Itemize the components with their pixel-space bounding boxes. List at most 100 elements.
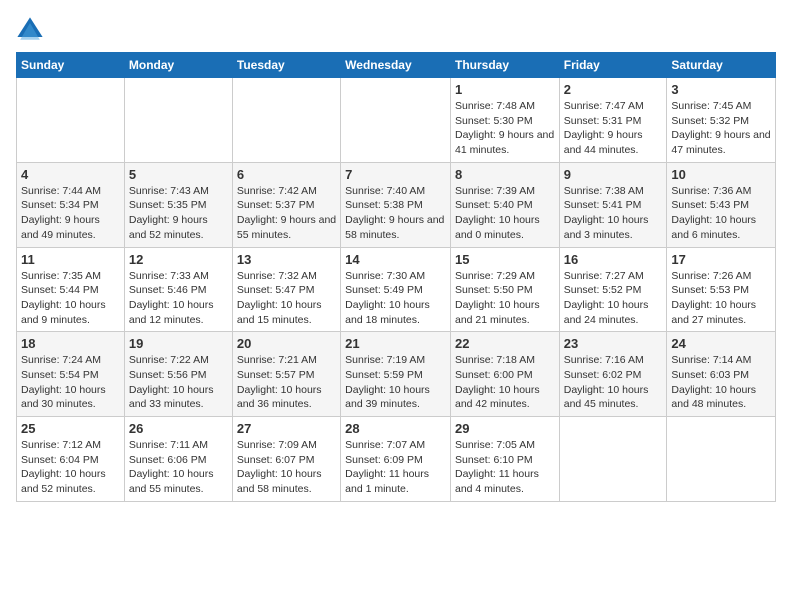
day-info: Sunrise: 7:05 AM Sunset: 6:10 PM Dayligh… [455,438,555,497]
day-number: 20 [237,336,336,351]
day-info: Sunrise: 7:29 AM Sunset: 5:50 PM Dayligh… [455,269,555,328]
day-info: Sunrise: 7:35 AM Sunset: 5:44 PM Dayligh… [21,269,120,328]
day-cell: 18 Sunrise: 7:24 AM Sunset: 5:54 PM Dayli… [17,332,125,417]
day-number: 7 [345,167,446,182]
day-cell: 9Sunrise: 7:38 AM Sunset: 5:41 PM Daylig… [559,162,667,247]
day-cell: 23 Sunrise: 7:16 AM Sunset: 6:02 PM Dayli… [559,332,667,417]
day-info: Sunrise: 7:24 AM Sunset: 5:54 PM Dayligh… [21,353,120,412]
page-header [16,16,776,44]
weekday-header-saturday: Saturday [667,53,776,78]
week-row-0: 1 Sunrise: 7:48 AM Sunset: 5:30 PM Daylig… [17,78,776,163]
day-info: Sunrise: 7:43 AM Sunset: 5:35 PM Dayligh… [129,184,228,243]
day-cell: 17 Sunrise: 7:26 AM Sunset: 5:53 PM Dayli… [667,247,776,332]
day-info: Sunrise: 7:18 AM Sunset: 6:00 PM Dayligh… [455,353,555,412]
weekday-header-wednesday: Wednesday [341,53,451,78]
day-info: Sunrise: 7:39 AM Sunset: 5:40 PM Dayligh… [455,184,555,243]
day-number: 22 [455,336,555,351]
day-cell: 14 Sunrise: 7:30 AM Sunset: 5:49 PM Dayli… [341,247,451,332]
day-info: Sunrise: 7:26 AM Sunset: 5:53 PM Dayligh… [671,269,771,328]
day-cell: 3 Sunrise: 7:45 AM Sunset: 5:32 PM Daylig… [667,78,776,163]
day-number: 2 [564,82,663,97]
day-number: 26 [129,421,228,436]
day-number: 21 [345,336,446,351]
day-cell: 5 Sunrise: 7:43 AM Sunset: 5:35 PM Daylig… [124,162,232,247]
day-info: Sunrise: 7:33 AM Sunset: 5:46 PM Dayligh… [129,269,228,328]
day-info: Sunrise: 7:16 AM Sunset: 6:02 PM Dayligh… [564,353,663,412]
day-number: 8 [455,167,555,182]
weekday-header-sunday: Sunday [17,53,125,78]
day-cell: 7 Sunrise: 7:40 AM Sunset: 5:38 PM Daylig… [341,162,451,247]
day-cell [341,78,451,163]
day-cell: 26 Sunrise: 7:11 AM Sunset: 6:06 PM Dayli… [124,417,232,502]
day-number: 1 [455,82,555,97]
day-info: Sunrise: 7:48 AM Sunset: 5:30 PM Dayligh… [455,99,555,158]
week-row-3: 18 Sunrise: 7:24 AM Sunset: 5:54 PM Dayli… [17,332,776,417]
logo [16,16,48,44]
day-cell [124,78,232,163]
weekday-header-thursday: Thursday [450,53,559,78]
day-number: 5 [129,167,228,182]
day-info: Sunrise: 7:07 AM Sunset: 6:09 PM Dayligh… [345,438,446,497]
day-number: 29 [455,421,555,436]
day-info: Sunrise: 7:19 AM Sunset: 5:59 PM Dayligh… [345,353,446,412]
day-info: Sunrise: 7:36 AM Sunset: 5:43 PM Dayligh… [671,184,771,243]
day-number: 17 [671,252,771,267]
day-info: Sunrise: 7:22 AM Sunset: 5:56 PM Dayligh… [129,353,228,412]
day-info: Sunrise: 7:32 AM Sunset: 5:47 PM Dayligh… [237,269,336,328]
day-info: Sunrise: 7:11 AM Sunset: 6:06 PM Dayligh… [129,438,228,497]
week-row-1: 4 Sunrise: 7:44 AM Sunset: 5:34 PM Daylig… [17,162,776,247]
day-cell: 22 Sunrise: 7:18 AM Sunset: 6:00 PM Dayli… [450,332,559,417]
day-number: 16 [564,252,663,267]
day-info: Sunrise: 7:47 AM Sunset: 5:31 PM Dayligh… [564,99,663,158]
day-cell: 16 Sunrise: 7:27 AM Sunset: 5:52 PM Dayli… [559,247,667,332]
day-number: 25 [21,421,120,436]
week-row-2: 11 Sunrise: 7:35 AM Sunset: 5:44 PM Dayli… [17,247,776,332]
day-number: 3 [671,82,771,97]
day-cell: 28 Sunrise: 7:07 AM Sunset: 6:09 PM Dayli… [341,417,451,502]
day-cell [17,78,125,163]
day-cell: 20 Sunrise: 7:21 AM Sunset: 5:57 PM Dayli… [232,332,340,417]
day-info: Sunrise: 7:40 AM Sunset: 5:38 PM Dayligh… [345,184,446,243]
day-cell: 27 Sunrise: 7:09 AM Sunset: 6:07 PM Dayli… [232,417,340,502]
day-number: 10 [671,167,771,182]
day-number: 18 [21,336,120,351]
day-cell: 8 Sunrise: 7:39 AM Sunset: 5:40 PM Daylig… [450,162,559,247]
day-cell: 13 Sunrise: 7:32 AM Sunset: 5:47 PM Dayli… [232,247,340,332]
day-info: Sunrise: 7:42 AM Sunset: 5:37 PM Dayligh… [237,184,336,243]
day-info: Sunrise: 7:27 AM Sunset: 5:52 PM Dayligh… [564,269,663,328]
day-number: 19 [129,336,228,351]
day-cell: 10 Sunrise: 7:36 AM Sunset: 5:43 PM Dayli… [667,162,776,247]
day-cell [559,417,667,502]
day-cell: 19 Sunrise: 7:22 AM Sunset: 5:56 PM Dayli… [124,332,232,417]
day-cell: 2 Sunrise: 7:47 AM Sunset: 5:31 PM Daylig… [559,78,667,163]
day-number: 24 [671,336,771,351]
day-number: 4 [21,167,120,182]
day-info: Sunrise: 7:09 AM Sunset: 6:07 PM Dayligh… [237,438,336,497]
day-cell: 25Sunrise: 7:12 AM Sunset: 6:04 PM Dayli… [17,417,125,502]
day-number: 27 [237,421,336,436]
day-number: 28 [345,421,446,436]
logo-icon [16,16,44,44]
day-info: Sunrise: 7:30 AM Sunset: 5:49 PM Dayligh… [345,269,446,328]
weekday-header-friday: Friday [559,53,667,78]
day-info: Sunrise: 7:44 AM Sunset: 5:34 PM Dayligh… [21,184,120,243]
day-cell: 11 Sunrise: 7:35 AM Sunset: 5:44 PM Dayli… [17,247,125,332]
day-cell: 15 Sunrise: 7:29 AM Sunset: 5:50 PM Dayli… [450,247,559,332]
day-number: 23 [564,336,663,351]
day-number: 15 [455,252,555,267]
day-cell: 12Sunrise: 7:33 AM Sunset: 5:46 PM Dayli… [124,247,232,332]
week-row-4: 25Sunrise: 7:12 AM Sunset: 6:04 PM Dayli… [17,417,776,502]
day-info: Sunrise: 7:38 AM Sunset: 5:41 PM Dayligh… [564,184,663,243]
day-info: Sunrise: 7:45 AM Sunset: 5:32 PM Dayligh… [671,99,771,158]
weekday-header-row: SundayMondayTuesdayWednesdayThursdayFrid… [17,53,776,78]
day-number: 13 [237,252,336,267]
day-number: 11 [21,252,120,267]
day-info: Sunrise: 7:21 AM Sunset: 5:57 PM Dayligh… [237,353,336,412]
day-cell [232,78,340,163]
weekday-header-tuesday: Tuesday [232,53,340,78]
day-cell: 21 Sunrise: 7:19 AM Sunset: 5:59 PM Dayli… [341,332,451,417]
day-cell [667,417,776,502]
day-cell: 1 Sunrise: 7:48 AM Sunset: 5:30 PM Daylig… [450,78,559,163]
day-number: 14 [345,252,446,267]
day-cell: 29 Sunrise: 7:05 AM Sunset: 6:10 PM Dayli… [450,417,559,502]
